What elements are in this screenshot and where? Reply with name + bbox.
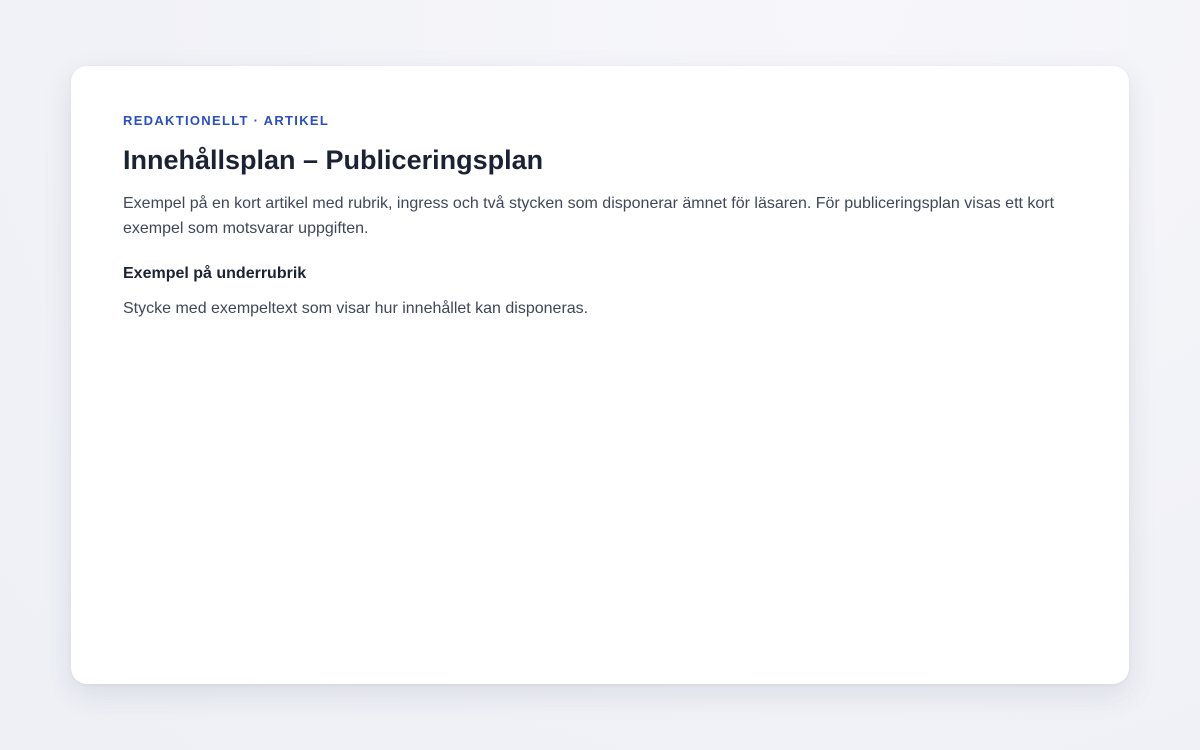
article-lead: Exempel på en kort artikel med rubrik, i… <box>123 195 1055 237</box>
article-category-label: REDAKTIONELLT · ARTIKEL <box>123 113 330 128</box>
article-paragraph: Stycke med exempeltext som visar hur inn… <box>123 300 589 317</box>
article-card: REDAKTIONELLT · ARTIKEL Innehållsplan – … <box>71 66 1129 684</box>
article-title: Innehållsplan – Publiceringsplan <box>123 145 544 175</box>
article-subheading: Exempel på underrubrik <box>123 265 307 282</box>
